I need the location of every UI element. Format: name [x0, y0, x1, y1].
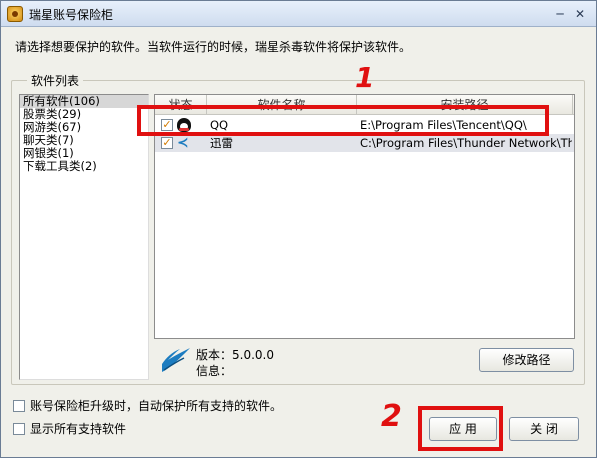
info-label: 信息：	[196, 364, 233, 378]
main-window: 瑞星账号保险柜 ─ ✕ 请选择想要保护的软件。当软件运行的时候，瑞星杀毒软件将保…	[0, 0, 597, 458]
window-title: 瑞星账号保险柜	[29, 8, 114, 22]
category-list[interactable]: 所有软件(106) 股票类(29) 网游类(67) 聊天类(7) 网银类(1) …	[19, 94, 149, 380]
group-title: 软件列表	[27, 72, 84, 89]
show-all-label: 显示所有支持软件	[30, 422, 127, 436]
table-row[interactable]: ✓ ≺ 迅雷 C:\Program Files\Thunder Network\…	[155, 134, 574, 152]
row-path: C:\Program Files\Thunder Network\Thun...	[360, 136, 572, 150]
show-all-checkbox[interactable]	[13, 423, 25, 435]
annotation-mark-2: 2	[381, 399, 402, 434]
close-button[interactable]: 关 闭	[509, 417, 579, 441]
minimize-button[interactable]: ─	[552, 6, 568, 22]
thunder-icon: ≺	[177, 135, 189, 151]
apply-button[interactable]: 应 用	[429, 417, 497, 441]
shield-app-icon	[7, 6, 23, 22]
row-name: 迅雷	[210, 136, 233, 150]
column-path[interactable]: 安装路径	[357, 95, 573, 115]
row-checkbox[interactable]: ✓	[161, 119, 173, 131]
row-path: E:\Program Files\Tencent\QQ\	[360, 118, 527, 132]
right-panel: 状态 软件名称 安装路径 ✓ QQ E:\Program Files\Tence…	[154, 94, 577, 380]
rising-logo-icon	[162, 348, 190, 372]
title-bar[interactable]: 瑞星账号保险柜 ─ ✕	[1, 1, 596, 27]
column-name[interactable]: 软件名称	[207, 95, 357, 115]
description-text: 请选择想要保护的软件。当软件运行的时候，瑞星杀毒软件将保护该软件。	[15, 40, 412, 54]
version-label: 版本：5.0.0.0	[196, 348, 274, 362]
category-item-download[interactable]: 下载工具类(2)	[20, 160, 148, 173]
software-table[interactable]: 状态 软件名称 安装路径 ✓ QQ E:\Program Files\Tence…	[154, 94, 575, 339]
modify-path-button[interactable]: 修改路径	[479, 348, 574, 372]
column-status[interactable]: 状态	[155, 95, 207, 115]
table-header: 状态 软件名称 安装路径	[155, 95, 574, 115]
auto-protect-checkbox[interactable]	[13, 400, 25, 412]
close-window-button[interactable]: ✕	[572, 6, 588, 22]
row-name: QQ	[210, 118, 229, 132]
table-row[interactable]: ✓ QQ E:\Program Files\Tencent\QQ\	[155, 116, 574, 134]
qq-icon	[177, 118, 191, 132]
auto-protect-label: 账号保险柜升级时，自动保护所有支持的软件。	[30, 399, 283, 413]
row-checkbox[interactable]: ✓	[161, 137, 173, 149]
